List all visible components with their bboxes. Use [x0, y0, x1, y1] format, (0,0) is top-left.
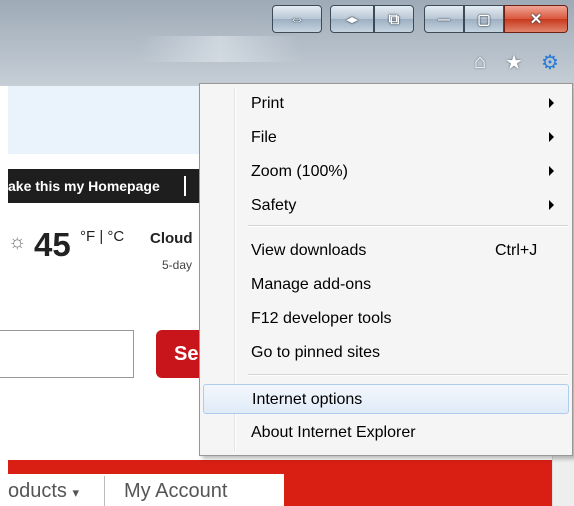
weather-condition: Cloud — [150, 230, 193, 247]
menu-item-label: F12 developer tools — [251, 310, 392, 327]
chevron-down-icon: ▾ — [72, 485, 80, 500]
submenu-arrow-icon — [549, 200, 554, 210]
nav-products-menu[interactable]: oducts ▾ — [8, 480, 79, 503]
back-forward-button[interactable]: ◂▸ — [330, 5, 374, 33]
blurred-tab-area — [140, 36, 300, 62]
nav-my-account[interactable]: My Account — [124, 480, 227, 503]
temperature-units-toggle[interactable]: °F | °C — [80, 228, 124, 245]
arrows-icon: ◂▸ — [346, 13, 358, 26]
forecast-link[interactable]: 5-day — [162, 258, 192, 272]
nav-divider — [184, 176, 186, 196]
home-icon[interactable]: ⌂ — [470, 51, 490, 73]
make-homepage-link[interactable]: ake this my Homepage — [8, 178, 160, 194]
page-header-band — [8, 86, 208, 154]
nav-separator — [104, 476, 105, 506]
menu-item-label: View downloads — [251, 242, 367, 259]
compat-view-button[interactable]: ⇔ — [272, 5, 322, 33]
gear-icon[interactable]: ⚙ — [540, 52, 560, 74]
menu-separator — [248, 374, 568, 376]
weather-icon: ☼ — [8, 231, 27, 253]
minimize-button[interactable]: — — [424, 5, 464, 33]
snap-button[interactable]: ⧉ — [374, 5, 414, 33]
submenu-arrow-icon — [549, 132, 554, 142]
submenu-arrow-icon — [549, 166, 554, 176]
menu-item-print[interactable]: Print — [203, 89, 569, 119]
menu-item-label: Print — [251, 95, 284, 112]
submenu-arrow-icon — [549, 98, 554, 108]
maximize-icon: ▢ — [477, 10, 491, 27]
close-icon: ✕ — [529, 11, 543, 28]
temperature-value: 45 — [34, 226, 71, 263]
menu-item-label: About Internet Explorer — [251, 424, 416, 441]
menu-item-label: Internet options — [252, 391, 363, 408]
menu-item-manage-addons[interactable]: Manage add-ons — [203, 270, 569, 300]
snap-icon: ⧉ — [388, 10, 400, 28]
menu-item-pinned-sites[interactable]: Go to pinned sites — [203, 338, 569, 368]
menu-item-label: Go to pinned sites — [251, 344, 380, 361]
close-button[interactable]: ✕ — [504, 5, 568, 33]
window-titlebar: ⇔ ◂▸ ⧉ — ▢ ✕ ⌂ ★ ⚙ — [0, 0, 574, 86]
menu-item-view-downloads[interactable]: View downloads Ctrl+J — [203, 236, 569, 266]
menu-item-label: Manage add-ons — [251, 276, 372, 293]
menu-separator — [248, 225, 568, 227]
menu-item-label: Safety — [251, 197, 297, 214]
menu-item-zoom[interactable]: Zoom (100%) — [203, 157, 569, 187]
menu-item-shortcut: Ctrl+J — [495, 242, 538, 259]
menu-item-label: Zoom (100%) — [251, 163, 348, 180]
menu-item-about-ie[interactable]: About Internet Explorer — [203, 418, 569, 448]
star-icon[interactable]: ★ — [504, 52, 524, 74]
maximize-button[interactable]: ▢ — [464, 5, 504, 33]
nav-products-label: oducts — [8, 480, 67, 502]
tools-menu: Print File Zoom (100%) Safety View downl… — [199, 83, 573, 456]
search-input[interactable] — [0, 330, 134, 378]
menu-item-f12-developer-tools[interactable]: F12 developer tools — [203, 304, 569, 334]
resize-arrows-icon: ⇔ — [289, 10, 305, 28]
menu-item-label: File — [251, 129, 277, 146]
menu-item-internet-options[interactable]: Internet options — [203, 384, 569, 414]
menu-item-safety[interactable]: Safety — [203, 191, 569, 221]
minimize-icon: — — [438, 12, 450, 26]
menu-item-file[interactable]: File — [203, 123, 569, 153]
